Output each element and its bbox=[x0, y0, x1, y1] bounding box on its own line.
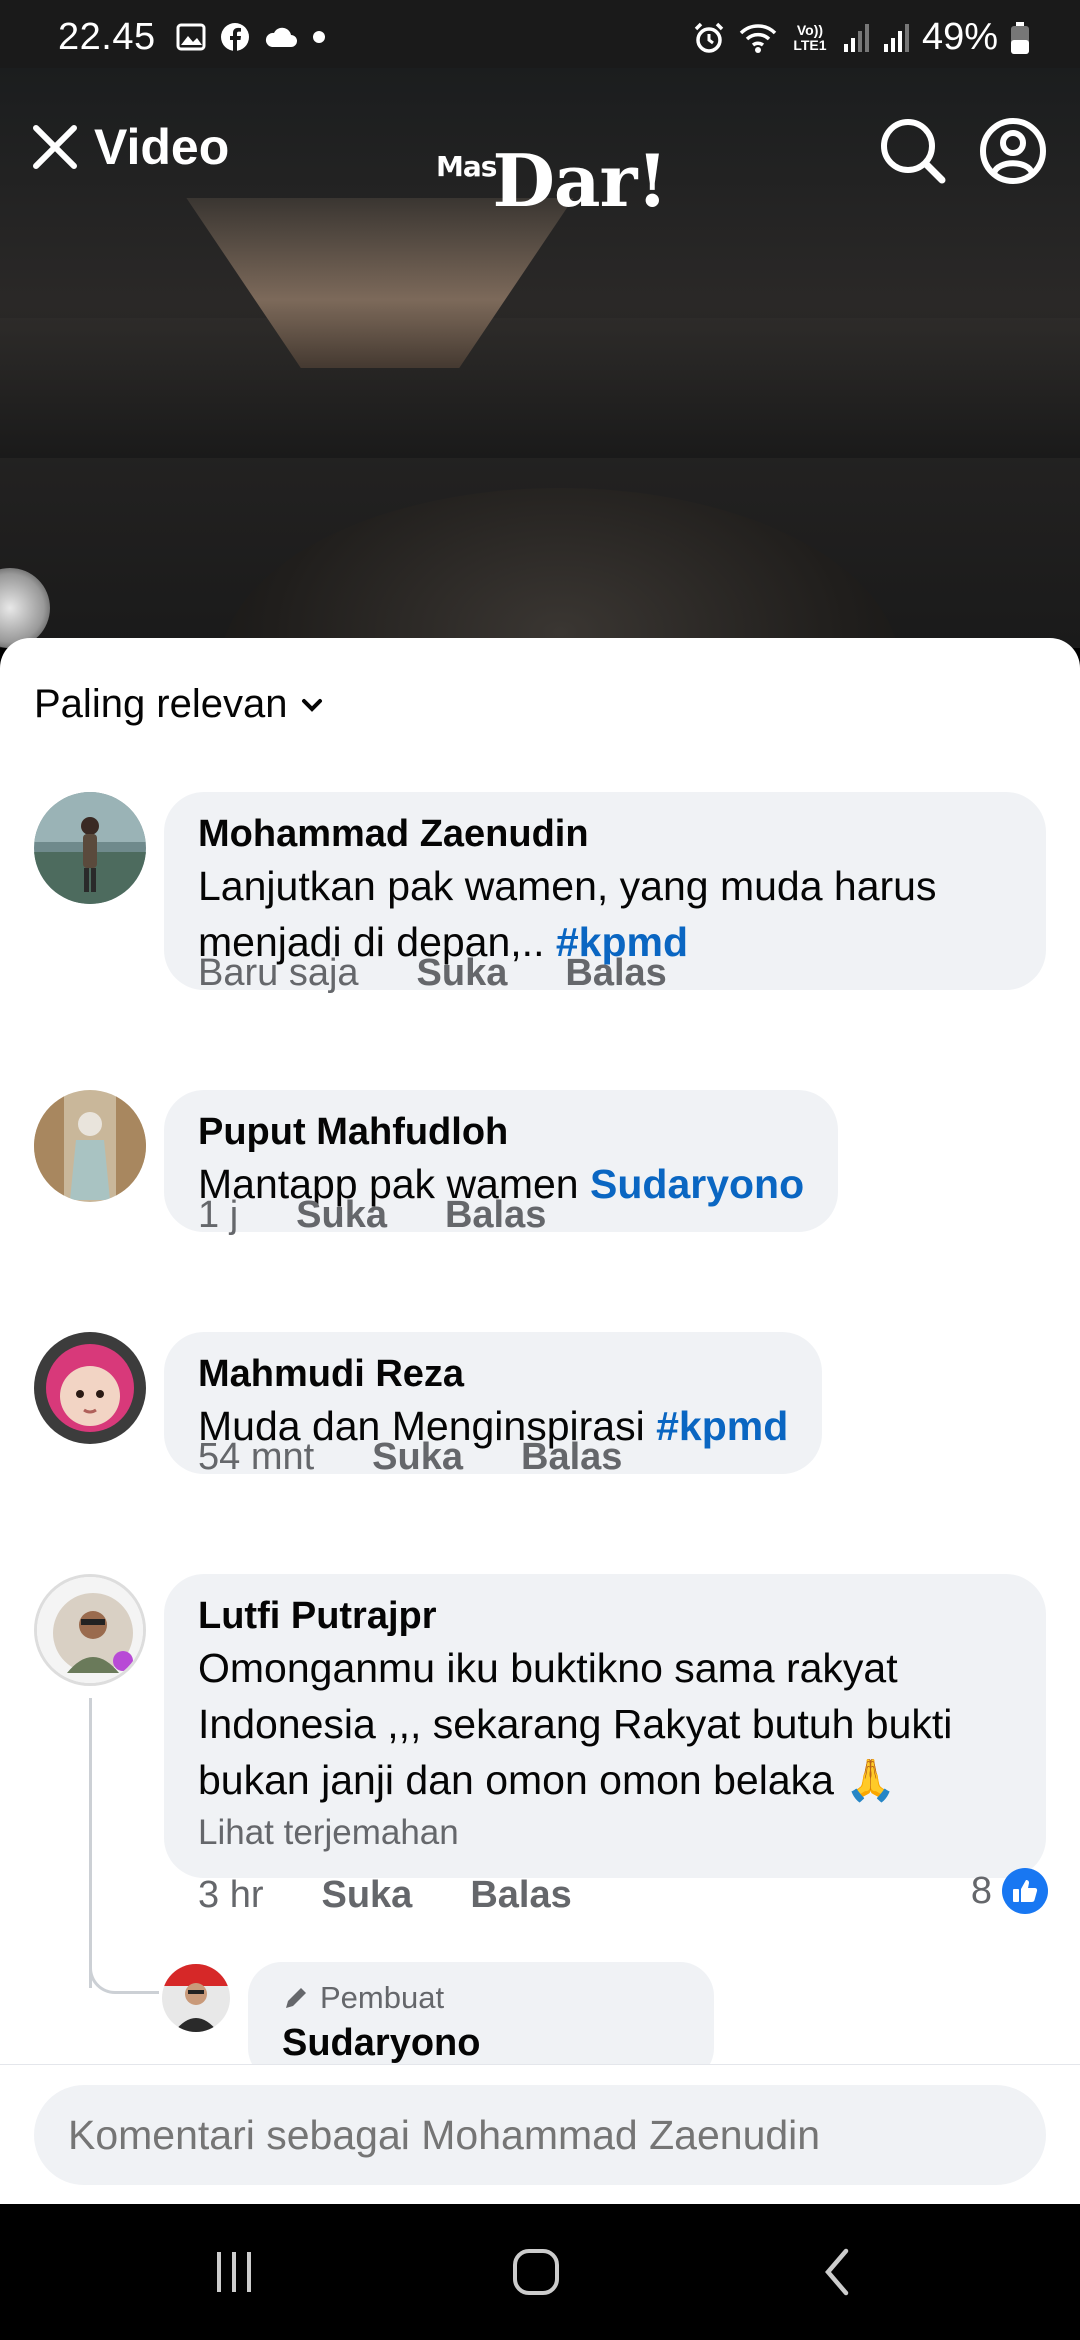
gallery-icon bbox=[176, 23, 206, 51]
comment-bubble[interactable]: Lutfi Putrajpr Omonganmu iku buktikno sa… bbox=[164, 1574, 1046, 1878]
mention-link[interactable]: Sudaryono bbox=[590, 1161, 804, 1207]
profile-icon bbox=[980, 118, 1046, 184]
comments-sheet: Paling relevan Mohammad Zaenudin Lanjutk… bbox=[0, 638, 1080, 2204]
back-button[interactable] bbox=[798, 2242, 878, 2302]
commenter-name[interactable]: Mahmudi Reza bbox=[198, 1350, 788, 1398]
comment-input[interactable] bbox=[34, 2085, 1046, 2185]
comment-actions: 1 j Suka Balas bbox=[198, 1194, 546, 1237]
profile-button[interactable] bbox=[978, 116, 1048, 191]
video-frame-person bbox=[220, 488, 900, 648]
signal-icon bbox=[843, 23, 869, 52]
back-icon bbox=[825, 2248, 849, 2296]
avatar[interactable] bbox=[34, 792, 146, 904]
thumbs-up-icon bbox=[1002, 1868, 1048, 1914]
commenter-name[interactable]: Lutfi Putrajpr bbox=[198, 1592, 1012, 1640]
video-frame-lamp bbox=[0, 568, 50, 648]
dot-icon bbox=[313, 31, 325, 43]
avatar[interactable] bbox=[34, 1090, 146, 1202]
status-notification-icons bbox=[176, 22, 326, 52]
comment-text: Omonganmu iku buktikno sama rakyat Indon… bbox=[198, 1645, 953, 1803]
home-icon bbox=[513, 2249, 559, 2295]
search-button[interactable] bbox=[878, 116, 948, 191]
system-navigation-bar bbox=[0, 2204, 1080, 2340]
avatar[interactable] bbox=[162, 1964, 230, 2032]
volte-icon: Vo)) LTE1 bbox=[793, 21, 827, 53]
reply-button[interactable]: Balas bbox=[565, 952, 666, 995]
video-title: Video bbox=[94, 119, 230, 175]
thread-line bbox=[89, 1698, 92, 1988]
author-badge-label: Pembuat bbox=[320, 1980, 445, 2015]
close-icon bbox=[33, 125, 77, 169]
comment-timestamp: 3 hr bbox=[198, 1874, 264, 1916]
brand-logo: MasDar! bbox=[436, 138, 668, 223]
search-icon bbox=[881, 119, 946, 184]
comment-actions: Baru saja Suka Balas bbox=[198, 952, 667, 995]
pencil-icon bbox=[286, 1988, 306, 2008]
reply-button[interactable]: Balas bbox=[470, 1874, 571, 1917]
like-button[interactable]: Suka bbox=[296, 1194, 387, 1237]
reaction-count[interactable]: 8 bbox=[971, 1868, 1048, 1914]
comment-timestamp: 54 mnt bbox=[198, 1436, 315, 1478]
sort-label: Paling relevan bbox=[34, 682, 288, 726]
video-header: Video MasDar! bbox=[0, 68, 1080, 223]
like-button[interactable]: Suka bbox=[417, 952, 508, 995]
battery-icon bbox=[1011, 21, 1029, 54]
comment-timestamp: 1 j bbox=[198, 1194, 239, 1236]
close-video-button[interactable]: Video bbox=[30, 118, 229, 176]
comment-actions: 54 mnt Suka Balas bbox=[198, 1436, 622, 1479]
brand-logo-small: Mas bbox=[436, 150, 497, 183]
recent-apps-icon bbox=[217, 2252, 251, 2292]
commenter-name[interactable]: Sudaryono bbox=[282, 2022, 680, 2065]
comment-composer bbox=[0, 2064, 1080, 2204]
author-badge: Pembuat bbox=[282, 1980, 680, 2016]
wifi-icon bbox=[739, 23, 777, 53]
comment-timestamp: Baru saja bbox=[198, 952, 359, 994]
like-button[interactable]: Suka bbox=[372, 1436, 463, 1479]
chevron-down-icon bbox=[301, 698, 322, 712]
facebook-icon bbox=[221, 23, 249, 51]
status-system-icons: Vo)) LTE1 49% bbox=[692, 16, 1030, 59]
commenter-name[interactable]: Mohammad Zaenudin bbox=[198, 810, 1012, 858]
video-frame-background bbox=[0, 318, 1080, 458]
battery-percent: 49% bbox=[921, 16, 998, 58]
like-count: 8 bbox=[970, 1869, 992, 1912]
cloud-icon bbox=[265, 27, 297, 47]
avatar[interactable] bbox=[34, 1332, 146, 1444]
commenter-name[interactable]: Puput Mahfudloh bbox=[198, 1108, 804, 1156]
home-button[interactable] bbox=[496, 2242, 576, 2302]
hashtag-link[interactable]: #kpmd bbox=[656, 1403, 788, 1449]
see-translation-link[interactable]: Lihat terjemahan bbox=[198, 1808, 1012, 1858]
sort-dropdown[interactable]: Paling relevan bbox=[34, 682, 324, 727]
status-bar: 22.45 Vo)) LTE1 49% bbox=[0, 0, 1080, 68]
reply-button[interactable]: Balas bbox=[521, 1436, 622, 1479]
thread-connector bbox=[89, 1954, 159, 1994]
avatar[interactable] bbox=[34, 1574, 146, 1686]
recent-apps-button[interactable] bbox=[194, 2242, 274, 2302]
brand-logo-main: Dar! bbox=[492, 138, 668, 223]
reply-button[interactable]: Balas bbox=[445, 1194, 546, 1237]
signal-icon bbox=[883, 23, 909, 52]
status-time: 22.45 bbox=[58, 16, 156, 58]
like-button[interactable]: Suka bbox=[321, 1874, 412, 1917]
alarm-icon bbox=[694, 22, 724, 53]
comment-actions: 3 hr Suka Balas bbox=[198, 1874, 572, 1917]
